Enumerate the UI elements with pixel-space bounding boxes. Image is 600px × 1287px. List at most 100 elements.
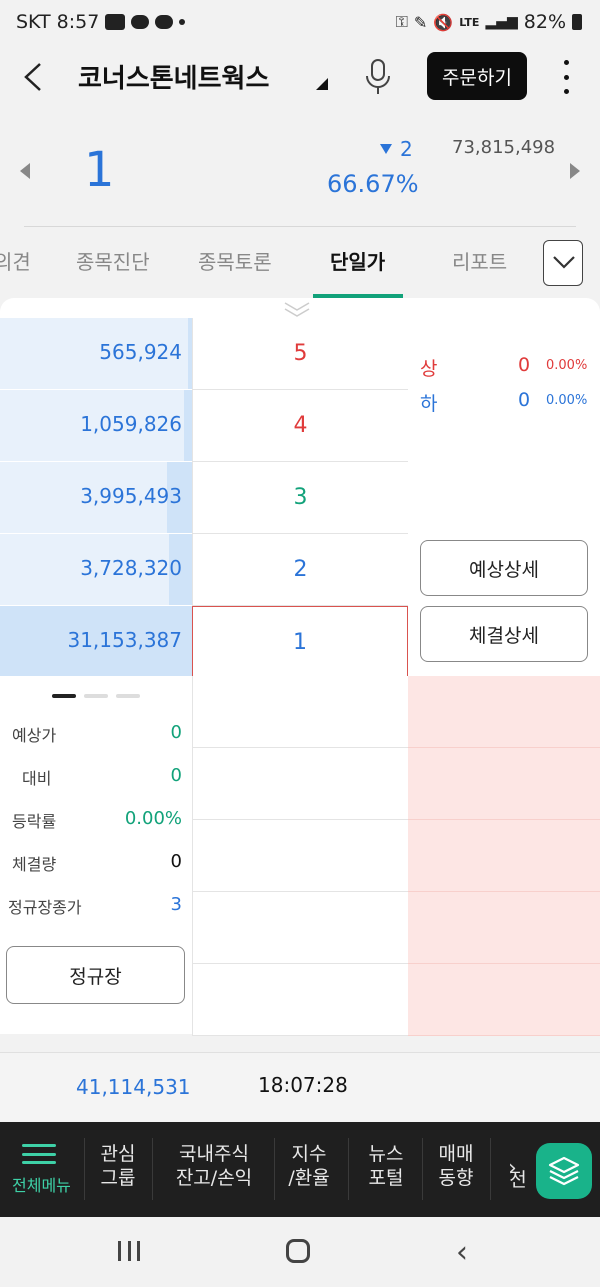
menu-divider bbox=[152, 1138, 153, 1200]
next-stock-arrow-icon[interactable] bbox=[570, 163, 580, 179]
order-button[interactable]: 주문하기 bbox=[427, 52, 527, 100]
lower-limit-value: 0 bbox=[518, 389, 531, 411]
chevron-down-icon bbox=[553, 256, 575, 269]
info-row: 등락률 0.00% bbox=[0, 808, 192, 848]
ask-quantity-row[interactable]: 565,924 bbox=[0, 318, 192, 390]
info-label: 체결량 bbox=[12, 855, 57, 874]
app-notification-icon bbox=[131, 15, 150, 29]
menu-divider bbox=[348, 1138, 349, 1200]
tab-report[interactable]: 리포트 bbox=[452, 246, 507, 275]
bid-price-cell[interactable] bbox=[192, 892, 408, 964]
menu-item-more[interactable]: 전 bbox=[506, 1168, 530, 1192]
status-bar: SKT 8:57 ⚿ ✎ 🔇 LTE ▂▄▆ 82% bbox=[0, 0, 600, 46]
more-options-icon[interactable] bbox=[558, 60, 574, 94]
system-back-icon[interactable]: ‹ bbox=[456, 1235, 468, 1270]
info-row: 대비 0 bbox=[0, 765, 192, 805]
ask-quantity-row[interactable]: 3,728,320 bbox=[0, 534, 192, 606]
tab-expand-button[interactable] bbox=[543, 240, 583, 286]
change-rate: 66.67% bbox=[327, 170, 419, 198]
page-dot-2 bbox=[84, 694, 108, 698]
bid-quantity-row[interactable] bbox=[408, 964, 600, 1036]
ask-price-cell[interactable]: 4 bbox=[192, 390, 408, 462]
recent-apps-icon[interactable] bbox=[118, 1241, 140, 1261]
total-volume: 41,114,531 bbox=[76, 1075, 191, 1099]
ask-price-cell[interactable]: 1 bbox=[192, 606, 408, 678]
info-label: 대비 bbox=[22, 769, 52, 788]
carrier: SKT bbox=[16, 11, 51, 33]
divider bbox=[24, 226, 576, 227]
regular-session-button[interactable]: 정규장 bbox=[6, 946, 185, 1004]
ask-quantity-row[interactable]: 1,059,826 bbox=[0, 390, 192, 462]
layers-floating-button[interactable] bbox=[536, 1143, 592, 1199]
pen-icon: ✎ bbox=[413, 12, 428, 32]
lower-limit-label: 하 bbox=[420, 393, 438, 415]
prev-stock-arrow-icon[interactable] bbox=[20, 163, 30, 179]
info-label: 예상가 bbox=[12, 726, 57, 745]
menu-item-domestic-stock[interactable]: 국내주식 잔고/손익 bbox=[164, 1142, 264, 1190]
menu-item-news[interactable]: 뉴스 포털 bbox=[364, 1142, 408, 1190]
trade-volume: 73,815,498 bbox=[452, 137, 556, 158]
info-value: 0 bbox=[170, 765, 182, 786]
hamburger-icon bbox=[22, 1144, 56, 1164]
lower-limit-rate: 0.00% bbox=[546, 393, 588, 408]
menu-item-trading-trend[interactable]: 매매 동향 bbox=[434, 1142, 478, 1190]
network-type: LTE bbox=[459, 15, 480, 29]
bid-quantity-row[interactable] bbox=[408, 892, 600, 964]
ask-quantity-row[interactable]: 3,995,493 bbox=[0, 462, 192, 534]
battery-icon bbox=[572, 14, 582, 30]
signal-icon: ▂▄▆ bbox=[485, 14, 518, 30]
upper-limit-value: 0 bbox=[518, 354, 531, 376]
tab-stock-discussion[interactable]: 종목토론 bbox=[198, 246, 272, 275]
menu-item-index-fx[interactable]: 지수/환율 bbox=[284, 1142, 334, 1190]
bid-quantity-row[interactable] bbox=[408, 676, 600, 748]
all-menu-label: 전체메뉴 bbox=[12, 1176, 71, 1195]
trade-detail-button[interactable]: 체결상세 bbox=[420, 606, 588, 662]
tab-opinion[interactable]: 의견 bbox=[0, 246, 31, 275]
ask-quantity: 3,728,320 bbox=[80, 556, 182, 580]
ask-price-cell[interactable]: 3 bbox=[192, 462, 408, 534]
update-time: 18:07:28 bbox=[258, 1073, 348, 1097]
youtube-icon bbox=[105, 14, 126, 30]
menu-divider bbox=[422, 1138, 423, 1200]
menu-item-watchlist[interactable]: 관심 그룹 bbox=[98, 1142, 138, 1190]
ask-quantity: 31,153,387 bbox=[67, 628, 182, 652]
tab-single-price[interactable]: 단일가 bbox=[330, 246, 385, 275]
bid-price-cell[interactable] bbox=[192, 964, 408, 1036]
bid-price-cell[interactable] bbox=[192, 820, 408, 892]
microphone-icon[interactable] bbox=[364, 58, 392, 96]
info-value: 0 bbox=[170, 722, 182, 743]
system-nav-bar: ‹ bbox=[0, 1217, 600, 1287]
layers-icon bbox=[548, 1156, 580, 1186]
key-icon: ⚿ bbox=[395, 12, 408, 31]
page-indicator bbox=[52, 694, 140, 698]
bid-price-cell[interactable] bbox=[192, 748, 408, 820]
tab-bar: 의견 종목진단 종목토론 단일가 리포트 bbox=[0, 236, 600, 298]
ask-quantity: 1,059,826 bbox=[80, 412, 182, 436]
summary-bar: 41,114,531 18:07:28 bbox=[0, 1052, 600, 1122]
bid-price-cell[interactable] bbox=[192, 676, 408, 748]
bottom-menu: 전체메뉴 관심 그룹 국내주식 잔고/손익 지수/환율 뉴스 포털 매매 동향 › 전 bbox=[0, 1122, 600, 1217]
bid-quantity-row[interactable] bbox=[408, 820, 600, 892]
upper-limit-rate: 0.00% bbox=[546, 358, 588, 373]
ask-price-cell[interactable]: 5 bbox=[192, 318, 408, 390]
ask-price-cell[interactable]: 2 bbox=[192, 534, 408, 606]
app-notification-icon-2 bbox=[155, 15, 174, 29]
info-row: 예상가 0 bbox=[0, 722, 192, 762]
ask-quantity-bar bbox=[184, 390, 192, 461]
home-icon[interactable] bbox=[286, 1239, 310, 1263]
info-label: 정규장종가 bbox=[8, 898, 82, 917]
down-triangle-icon bbox=[380, 144, 392, 154]
back-arrow-icon[interactable] bbox=[22, 62, 46, 92]
menu-divider bbox=[490, 1138, 491, 1200]
bid-quantity-row[interactable] bbox=[408, 748, 600, 820]
ask-quantity: 3,995,493 bbox=[80, 484, 182, 508]
stock-dropdown-icon[interactable] bbox=[316, 78, 328, 90]
tab-stock-diagnosis[interactable]: 종목진단 bbox=[76, 246, 150, 275]
stock-title[interactable]: 코너스톤네트웍스 bbox=[78, 58, 269, 95]
price-change: 2 bbox=[400, 137, 413, 161]
upper-limit-label: 상 bbox=[420, 358, 438, 380]
expected-detail-button[interactable]: 예상상세 bbox=[420, 540, 588, 596]
info-row: 정규장종가 3 bbox=[0, 894, 192, 934]
info-value: 0 bbox=[170, 851, 182, 872]
ask-quantity-row[interactable]: 31,153,387 bbox=[0, 606, 192, 678]
